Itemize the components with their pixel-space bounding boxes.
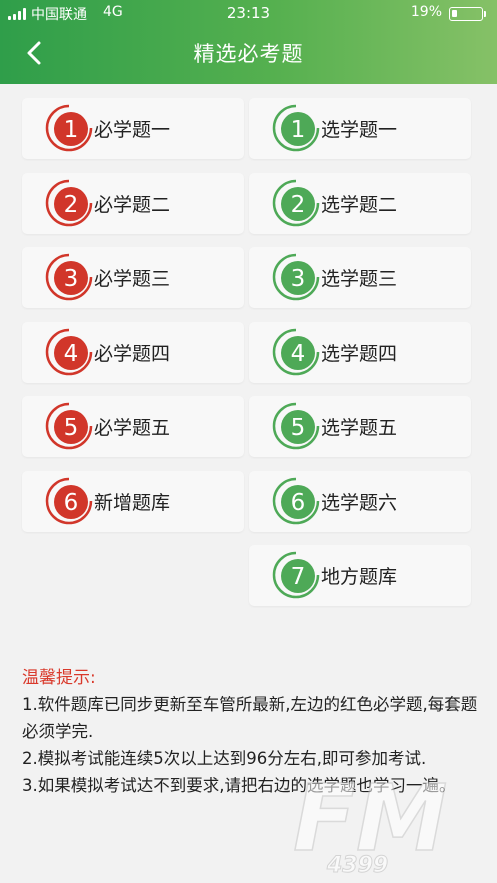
number-badge-icon: 3 (45, 253, 93, 301)
item-label: 必学题二 (94, 193, 171, 216)
badge-number: 1 (64, 117, 79, 143)
required-item-card[interactable]: 4 必学题四 (22, 321, 244, 383)
number-badge-icon: 1 (272, 104, 320, 152)
number-badge-icon: 7 (272, 551, 320, 599)
number-badge-icon: 5 (45, 402, 93, 450)
elective-item-card[interactable]: 6 选学题六 (249, 470, 471, 532)
item-label: 选学题五 (321, 417, 398, 439)
watermark-logo: FM 4399 (292, 768, 448, 876)
badge-number: 7 (291, 564, 306, 590)
item-label: 必学题一 (94, 119, 171, 141)
badge-number: 3 (291, 266, 306, 292)
badge-number: 3 (64, 266, 79, 292)
item-label: 必学题四 (94, 342, 171, 365)
item-label: 选学题四 (321, 342, 398, 365)
number-badge-icon: 2 (272, 179, 320, 226)
badge-number: 6 (64, 490, 79, 516)
watermark-subtext: 4399 (326, 853, 388, 876)
required-item-card[interactable]: 1 必学题一 (22, 98, 244, 159)
number-badge-icon: 4 (272, 328, 320, 375)
badge-number: 5 (291, 415, 306, 441)
elective-item-card[interactable]: 3 选学题三 (249, 247, 471, 308)
elective-item-card[interactable]: 4 选学题四 (249, 321, 471, 383)
required-item-card[interactable]: 2 必学题二 (22, 172, 244, 234)
elective-item-card[interactable]: 1 选学题一 (249, 98, 471, 159)
badge-number: 4 (291, 341, 306, 367)
number-badge-icon: 6 (45, 477, 93, 524)
number-badge-icon: 1 (45, 104, 93, 152)
required-item-card[interactable]: 6 新增题库 (22, 470, 244, 532)
item-label: 选学题六 (321, 491, 398, 514)
item-label: 选学题一 (321, 119, 398, 141)
number-badge-icon: 5 (272, 402, 320, 450)
badge-number: 2 (64, 192, 79, 218)
elective-item-card[interactable]: 7 地方题库 (249, 545, 471, 606)
tip-line: 1.软件题库已同步更新至车管所最新,左边的红色必学题,每套题必须学完. (22, 695, 478, 741)
item-label: 必学题三 (94, 268, 171, 290)
badge-number: 1 (291, 117, 306, 143)
item-label: 地方题库 (321, 566, 398, 588)
tips-title: 温馨提示: (22, 668, 96, 688)
item-label: 选学题三 (321, 268, 398, 290)
badge-number: 4 (64, 341, 79, 367)
required-item-card[interactable]: 5 必学题五 (22, 396, 244, 457)
elective-item-card[interactable]: 5 选学题五 (249, 396, 471, 457)
question-bank-grid: 1 必学题一 2 必学题二 3 必学题三 4 必学题四 5 必学题五 6 新增题库 1 选学题一 2 选学题二… (0, 0, 497, 620)
required-item-card[interactable]: 3 必学题三 (22, 247, 244, 308)
number-badge-icon: 3 (272, 253, 320, 301)
number-badge-icon: 4 (45, 328, 93, 375)
badge-number: 6 (291, 490, 306, 516)
elective-item-card[interactable]: 2 选学题二 (249, 172, 471, 234)
number-badge-icon: 2 (45, 179, 93, 226)
item-label: 选学题二 (321, 193, 398, 216)
item-label: 新增题库 (94, 491, 171, 514)
item-label: 必学题五 (94, 417, 171, 439)
badge-number: 5 (64, 415, 79, 441)
number-badge-icon: 6 (272, 477, 320, 524)
badge-number: 2 (291, 192, 306, 218)
